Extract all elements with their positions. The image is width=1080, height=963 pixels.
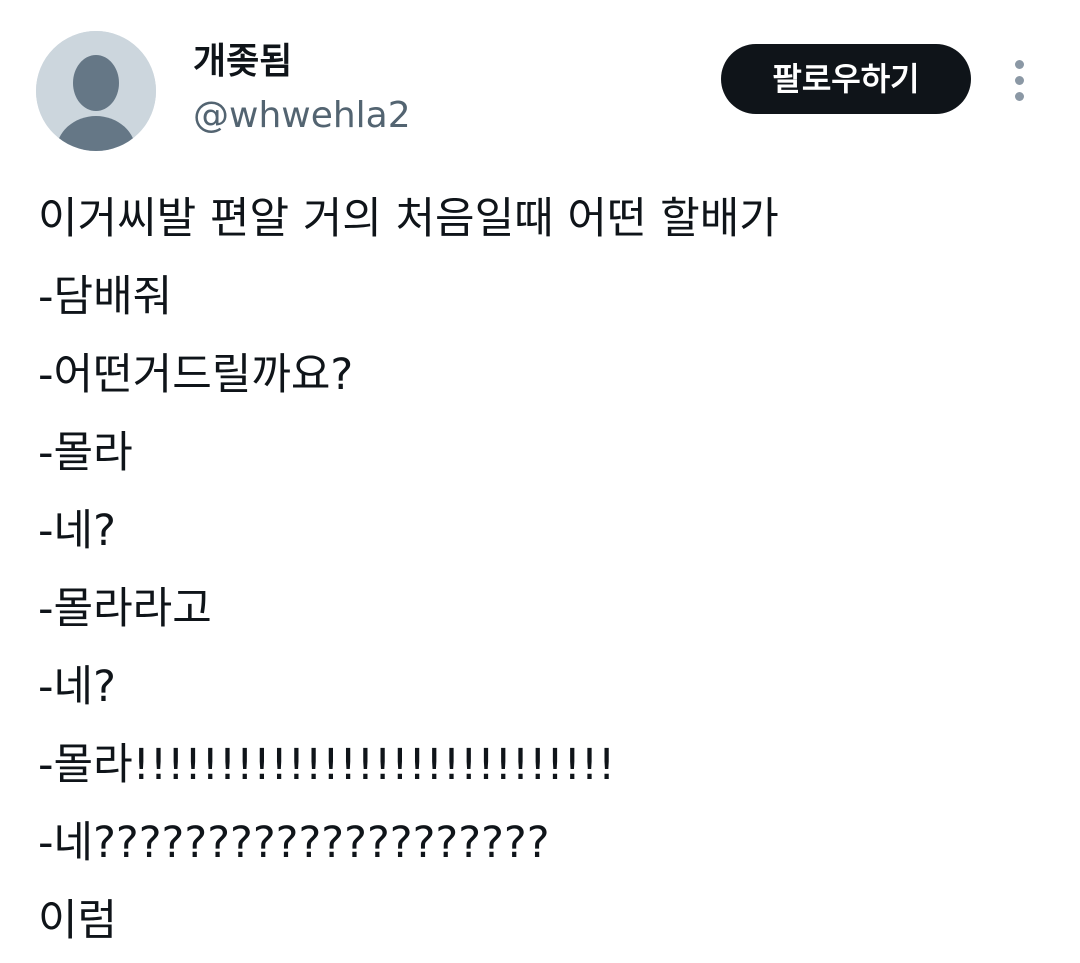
tweet-line: -몰라 [38, 428, 133, 478]
more-vertical-icon [1015, 60, 1024, 69]
author-handle[interactable]: @whwehla2 [193, 94, 411, 138]
tweet-header: 개좆됨 @whwehla2 팔로우하기 [0, 0, 1080, 160]
tweet-line: -몰라라고 [38, 584, 212, 634]
default-avatar-icon [36, 31, 156, 151]
tweet-line: -네? [38, 506, 116, 556]
tweet-line: 이럼 [38, 896, 118, 946]
tweet-line: -네? [38, 662, 116, 712]
more-vertical-icon [1015, 76, 1024, 85]
tweet-line: -담배줘 [38, 272, 173, 322]
follow-button[interactable]: 팔로우하기 [721, 44, 971, 114]
more-options-button[interactable] [1000, 52, 1040, 108]
tweet-line: 이거씨발 편알 거의 처음일때 어떤 할배가 [38, 194, 779, 244]
tweet-line: -어떤거드릴까요? [38, 350, 354, 400]
tweet-line: -몰라!!!!!!!!!!!!!!!!!!!!!!!!!!!! [38, 740, 616, 790]
avatar[interactable] [36, 31, 156, 151]
author-display-name[interactable]: 개좆됨 [193, 40, 292, 84]
tweet-line: -네???????????????????? [38, 818, 550, 868]
more-vertical-icon [1015, 92, 1024, 101]
tweet-text: 이거씨발 편알 거의 처음일때 어떤 할배가 -담배줘 -어떤거드릴까요? -몰… [38, 180, 1058, 960]
